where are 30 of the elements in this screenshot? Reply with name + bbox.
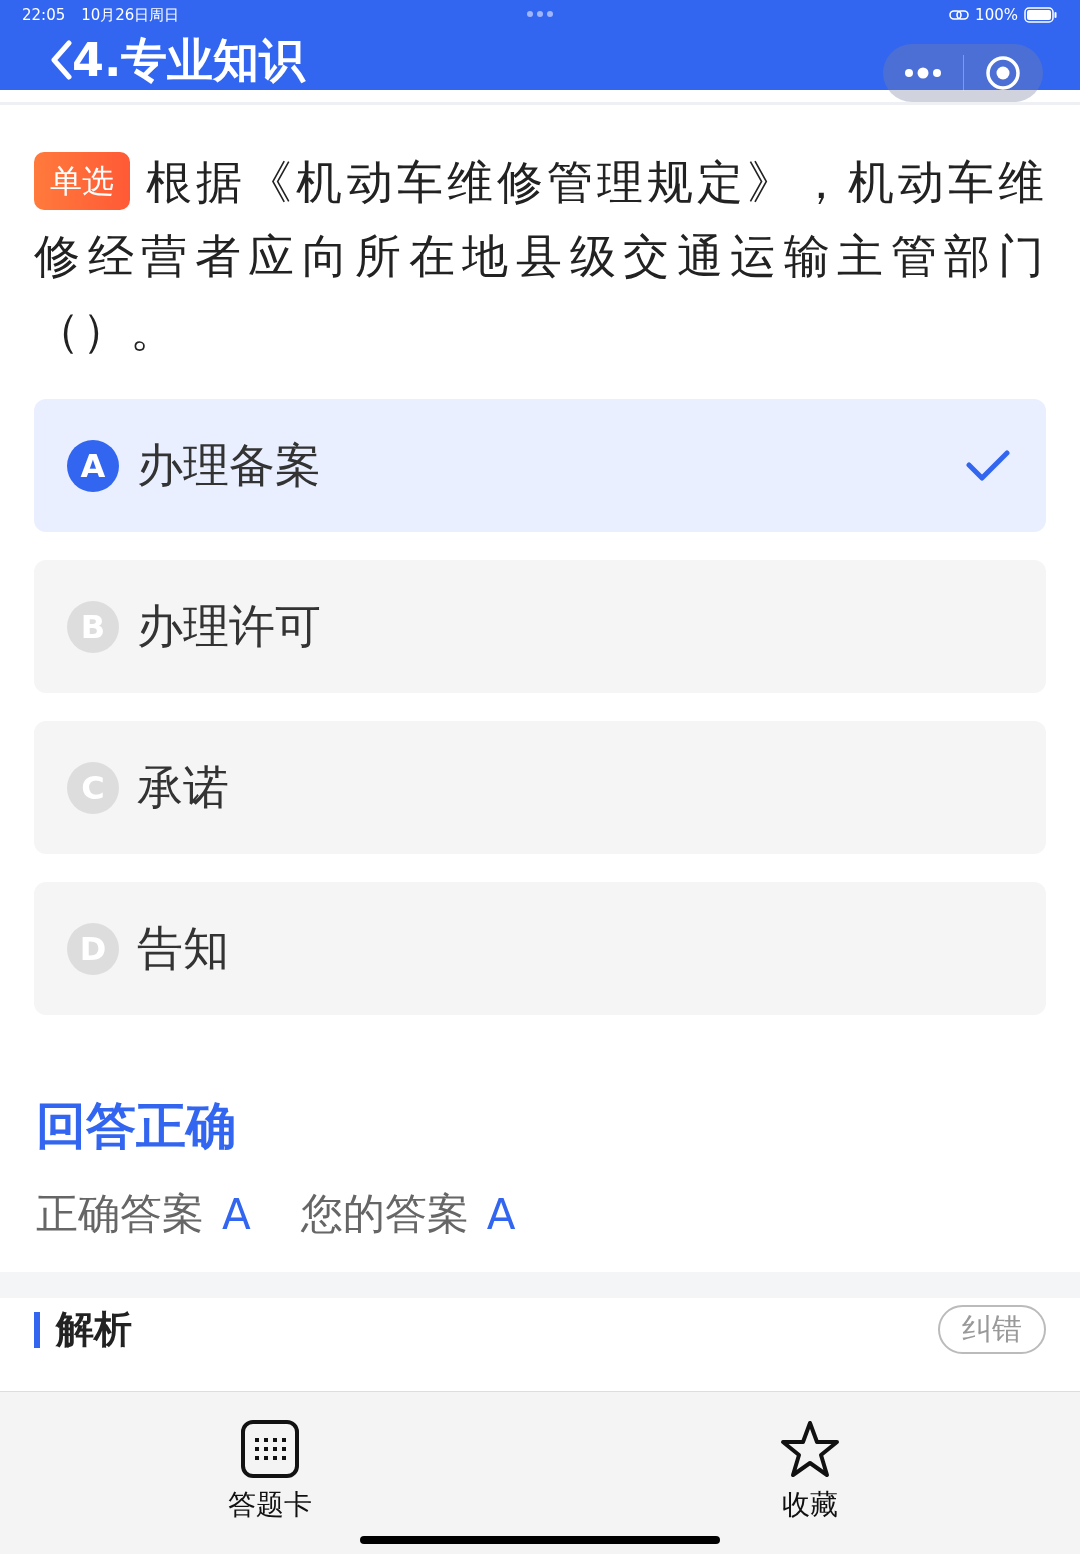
back-icon[interactable] bbox=[50, 40, 72, 80]
correct-answer-label: 正确答案 bbox=[36, 1188, 204, 1240]
status-date: 10月26日周日 bbox=[81, 5, 180, 25]
more-icon bbox=[526, 10, 554, 18]
link-icon bbox=[949, 9, 970, 21]
question-type-tag: 单选 bbox=[34, 152, 130, 210]
more-icon[interactable] bbox=[903, 67, 942, 79]
your-answer-value: A bbox=[486, 1189, 516, 1239]
answer-option[interactable]: A 办理备案 bbox=[34, 399, 1046, 532]
your-answer-label: 您的答案 bbox=[300, 1188, 469, 1240]
star-icon bbox=[780, 1420, 840, 1478]
status-time: 22:05 bbox=[22, 6, 66, 24]
battery-icon bbox=[1024, 7, 1058, 23]
option-text: 办理许可 bbox=[137, 597, 321, 655]
bottom-tab[interactable]: 收藏 bbox=[540, 1392, 1080, 1554]
accent-bar bbox=[34, 1311, 40, 1348]
page-title: 4.专业知识 bbox=[72, 37, 306, 83]
option-text: 告知 bbox=[137, 919, 229, 977]
correct-answer-value: A bbox=[222, 1189, 251, 1239]
battery-percent: 100% bbox=[975, 6, 1018, 24]
bottom-tab[interactable]: 答题卡 bbox=[0, 1392, 540, 1554]
option-text: 办理备案 bbox=[137, 436, 321, 494]
target-icon[interactable] bbox=[985, 55, 1022, 91]
analysis-title: 解析 bbox=[56, 1306, 132, 1353]
option-text: 承诺 bbox=[137, 758, 229, 816]
grid-icon bbox=[241, 1420, 299, 1478]
check-icon bbox=[966, 449, 1010, 482]
option-letter: A bbox=[67, 439, 119, 492]
result-title: 回答正确 bbox=[36, 1096, 237, 1157]
question-text: 单选 根据《机动车维修管理规定》，机动车维修经营者应向所在地县级交通运输主管部门（）。 bbox=[0, 105, 1080, 367]
